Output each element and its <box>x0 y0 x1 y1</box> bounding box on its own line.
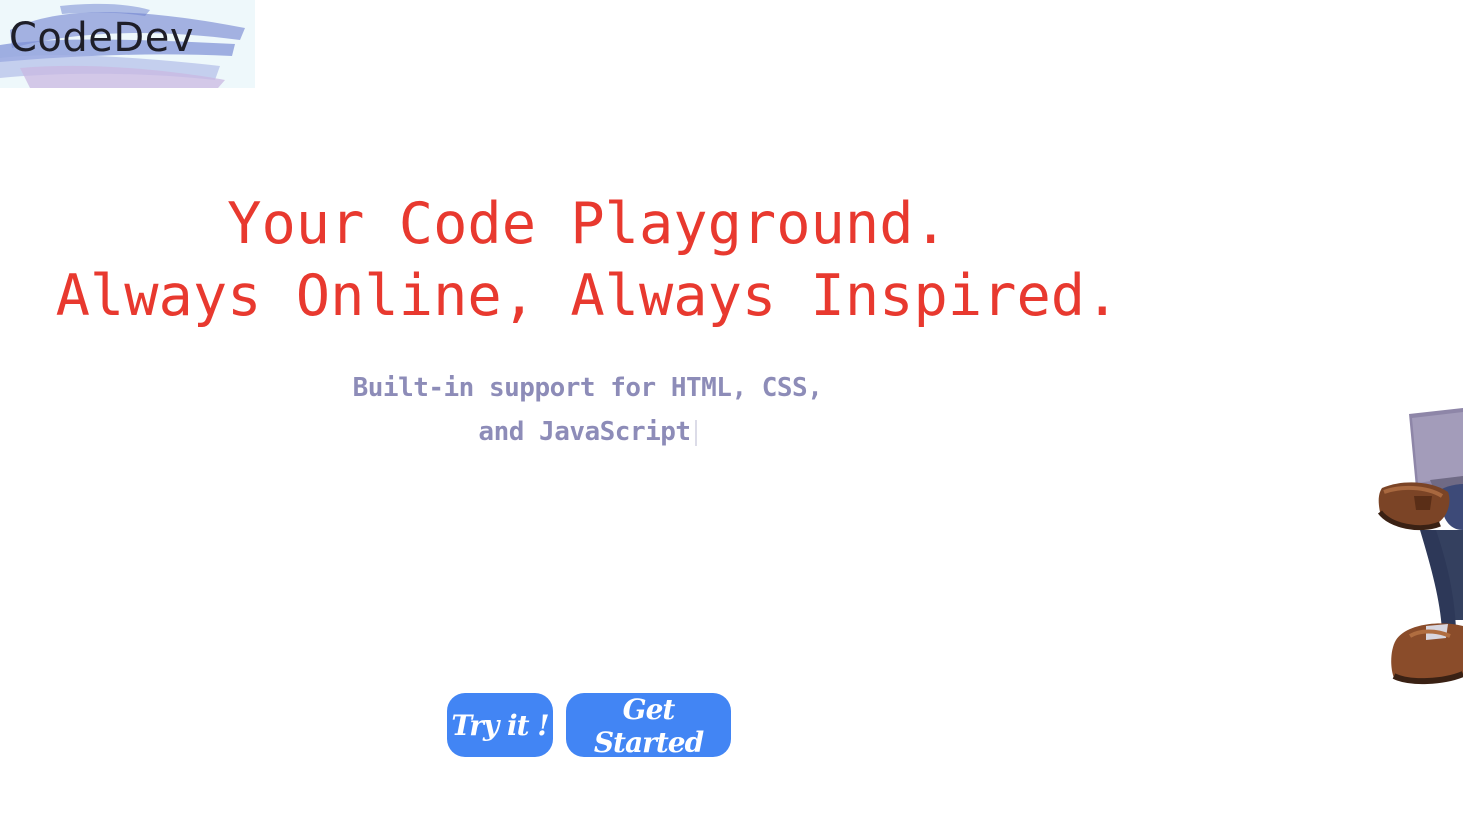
try-it-button[interactable]: Try it ! <box>447 693 553 757</box>
logo-text: CodeDev <box>9 15 194 61</box>
subtext-line-1: Built-in support for HTML, CSS, <box>352 373 823 403</box>
headline-line-2: Always Online, Always Inspired. <box>55 263 1120 329</box>
person-with-laptop-illustration <box>1370 380 1463 690</box>
headline-line-1: Your Code Playground. <box>227 191 948 257</box>
logo[interactable]: CodeDev <box>0 0 255 88</box>
typing-caret <box>694 419 697 446</box>
get-started-button[interactable]: Get Started <box>566 693 731 759</box>
hero-subtext: Built-in support for HTML, CSS, and Java… <box>300 366 875 454</box>
subtext-line-2-text: and JavaScript <box>478 417 691 447</box>
subtext-line-2: and JavaScript <box>300 410 875 454</box>
hero-headline: Your Code Playground. Always Online, Alw… <box>0 188 1175 332</box>
